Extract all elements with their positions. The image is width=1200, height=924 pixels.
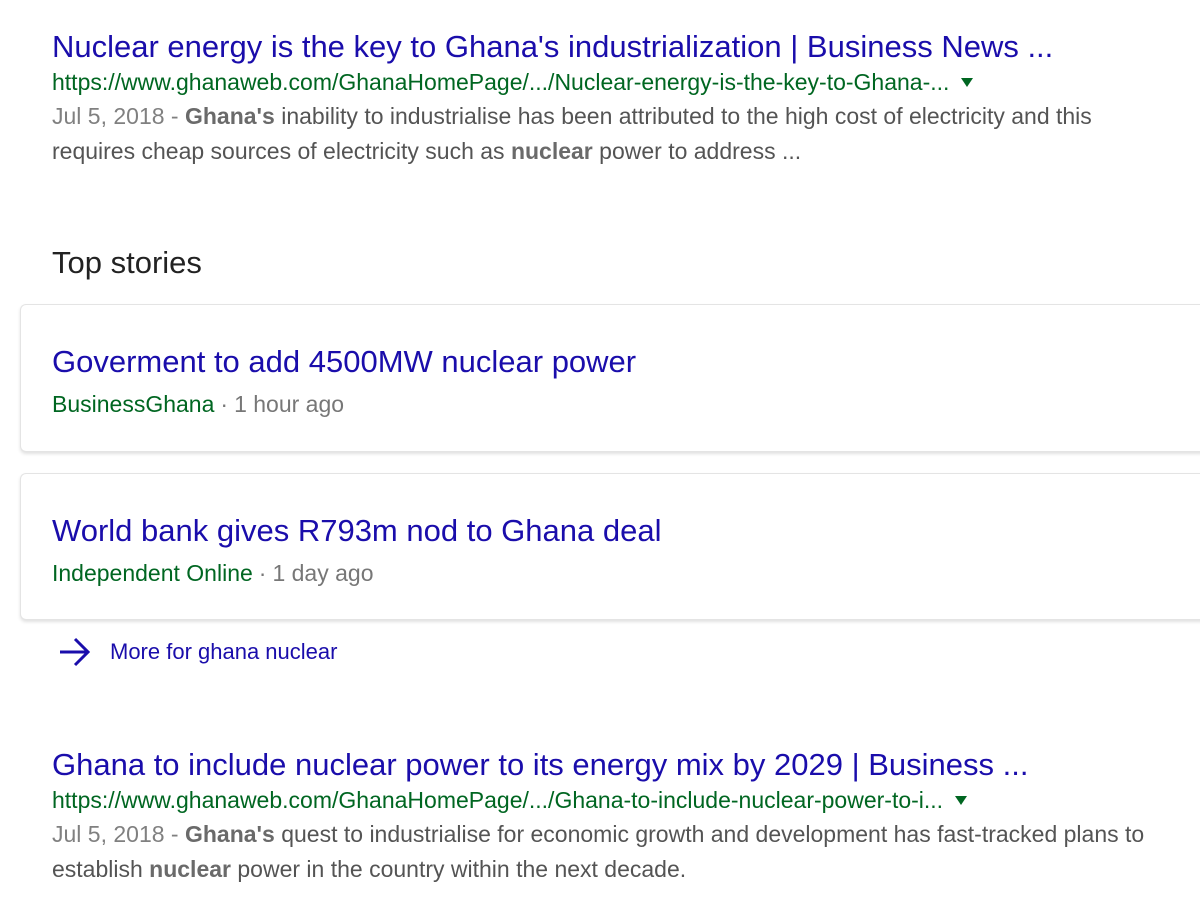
story-meta: Independent Online · 1 day ago: [52, 558, 373, 588]
top-stories-heading: Top stories: [52, 245, 202, 280]
story-separator: ·: [220, 391, 229, 417]
story-card[interactable]: Goverment to add 4500MW nuclear power Bu…: [20, 304, 1200, 452]
story-time: 1 day ago: [272, 560, 374, 586]
story-separator: ·: [258, 560, 267, 586]
search-result: Nuclear energy is the key to Ghana's ind…: [52, 28, 1172, 169]
snippet-keyword: Ghana's: [184, 821, 275, 847]
more-stories-link[interactable]: More for ghana nuclear: [58, 636, 337, 668]
arrow-right-icon: [58, 636, 92, 668]
snippet-text: power to address ...: [592, 138, 802, 164]
result-snippet: Jul 5, 2018 - Ghana's inability to indus…: [52, 99, 1172, 169]
story-time: 1 hour ago: [234, 391, 345, 417]
story-title[interactable]: Goverment to add 4500MW nuclear power: [52, 343, 636, 381]
caret-down-icon[interactable]: [961, 77, 974, 87]
result-date: Jul 5, 2018: [52, 103, 165, 129]
story-card[interactable]: World bank gives R793m nod to Ghana deal…: [20, 473, 1200, 620]
result-url-row: https://www.ghanaweb.com/GhanaHomePage/.…: [52, 66, 1172, 98]
snippet-keyword: nuclear: [149, 856, 231, 882]
story-meta: BusinessGhana · 1 hour ago: [52, 389, 344, 419]
story-source: BusinessGhana: [52, 391, 215, 417]
date-separator: -: [164, 821, 185, 847]
result-date: Jul 5, 2018: [52, 821, 165, 847]
snippet-keyword: nuclear: [510, 138, 593, 164]
story-title[interactable]: World bank gives R793m nod to Ghana deal: [52, 512, 661, 550]
snippet-keyword: Ghana's: [184, 103, 275, 129]
result-url-row: https://www.ghanaweb.com/GhanaHomePage/.…: [52, 784, 1172, 816]
result-url: https://www.ghanaweb.com/GhanaHomePage/.…: [52, 68, 950, 95]
snippet-text: power in the country within the next dec…: [231, 856, 687, 882]
result-title-link[interactable]: Nuclear energy is the key to Ghana's ind…: [52, 28, 1172, 66]
caret-down-icon[interactable]: [955, 795, 968, 805]
date-separator: -: [164, 103, 185, 129]
story-source: Independent Online: [52, 560, 253, 586]
result-title-link[interactable]: Ghana to include nuclear power to its en…: [52, 746, 1172, 784]
result-url: https://www.ghanaweb.com/GhanaHomePage/.…: [52, 786, 944, 813]
more-stories-label[interactable]: More for ghana nuclear: [110, 636, 337, 668]
result-snippet: Jul 5, 2018 - Ghana's quest to industria…: [52, 817, 1172, 887]
search-result: Ghana to include nuclear power to its en…: [52, 746, 1172, 887]
